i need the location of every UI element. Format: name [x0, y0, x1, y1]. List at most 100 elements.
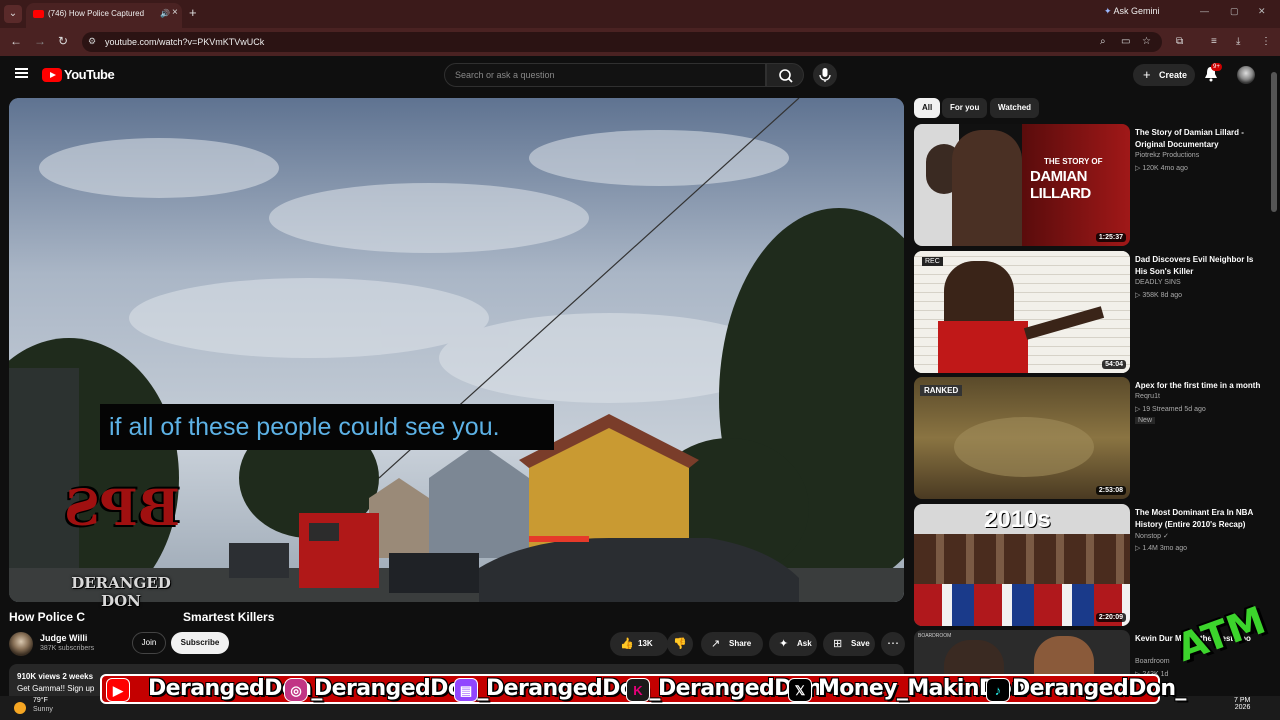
- kick-icon: K: [626, 678, 650, 702]
- tiktok-icon: ♪: [986, 678, 1010, 702]
- youtube-icon: ▶: [106, 678, 130, 702]
- share-icon: ↗: [711, 638, 721, 650]
- thumb-headline: 2010s: [984, 506, 1051, 533]
- ask-gemini-button[interactable]: ✦ Ask Gemini: [1104, 6, 1160, 17]
- search-icon: [779, 69, 793, 83]
- atm-logo-text: ATM: [1171, 597, 1272, 671]
- speaker-icon[interactable]: 🔊: [160, 9, 170, 18]
- join-button[interactable]: Join: [132, 632, 166, 654]
- video-duration: 2:20:09: [1095, 613, 1126, 622]
- twitch-icon: ▤: [454, 678, 478, 702]
- recommended-title[interactable]: Dad Discovers Evil Neighbor Is His Son's…: [1135, 254, 1267, 278]
- voice-search-button[interactable]: [813, 63, 837, 87]
- thumbs-down-icon: 👎: [673, 638, 687, 650]
- create-button[interactable]: + Create: [1133, 64, 1195, 86]
- menu-icon[interactable]: [15, 68, 28, 78]
- video-thumbnail[interactable]: THE STORY OF DAMIAN LILLARD 1:25:37: [914, 124, 1130, 246]
- channel-avatar[interactable]: [9, 632, 33, 656]
- close-tab-icon[interactable]: ×: [172, 7, 178, 18]
- video-thumbnail[interactable]: RANKED 2:53:08: [914, 377, 1130, 499]
- microphone-icon: [819, 68, 831, 82]
- page-scrollbar[interactable]: [1271, 60, 1277, 680]
- maximize-icon[interactable]: ▢: [1230, 6, 1239, 17]
- thumbs-up-icon: 👍: [620, 638, 634, 650]
- weather-condition: Sunny: [33, 706, 53, 713]
- description-line: Get Gamma!! Sign up: [17, 684, 95, 693]
- scrollbar-thumb[interactable]: [1271, 72, 1277, 212]
- chip-for-you[interactable]: For you: [942, 98, 988, 118]
- recommended-channel[interactable]: DEADLY SINS: [1135, 279, 1181, 286]
- close-window-icon[interactable]: ✕: [1258, 6, 1266, 17]
- subscribe-button[interactable]: Subscribe: [171, 632, 229, 654]
- more-actions-icon[interactable]: ⋯: [881, 632, 905, 656]
- browser-toolbar: ← → ↻ ⚙ youtube.com/watch?v=PKVmKTVwUCk …: [0, 28, 1280, 56]
- video-thumbnail[interactable]: 2010s 2:20:09: [914, 504, 1130, 626]
- youtube-header: YouTube Search or ask a question + Creat…: [0, 56, 1280, 94]
- search-input[interactable]: Search or ask a question: [444, 63, 766, 87]
- tab-search-dropdown-icon[interactable]: ⌄: [4, 5, 22, 23]
- recommended-meta: ▷ 120K 4mo ago: [1135, 165, 1188, 172]
- recommended-video[interactable]: RANKED 2:53:08 Apex for the first time i…: [914, 377, 1269, 499]
- browser-tab[interactable]: (746) How Police Captured 🔊 ×: [26, 3, 182, 28]
- tab-title: (746) How Police Captured: [48, 9, 145, 18]
- recommended-channel[interactable]: Reqru1t: [1135, 393, 1160, 400]
- ask-button[interactable]: ✦ Ask: [769, 632, 817, 656]
- recommended-title[interactable]: The Story of Damian Lillard - Original D…: [1135, 127, 1267, 151]
- extensions-icon[interactable]: ⧉: [1176, 36, 1183, 47]
- address-bar[interactable]: ⚙ youtube.com/watch?v=PKVmKTVwUCk: [82, 32, 1162, 52]
- recommended-channel[interactable]: Boardroom: [1135, 658, 1170, 665]
- recommended-meta: ▷ 19 Streamed 5d ago: [1135, 406, 1206, 413]
- dislike-button[interactable]: 👎: [667, 632, 693, 656]
- download-icon[interactable]: ⤓: [1236, 36, 1240, 47]
- recommended-channel[interactable]: Piotrekz Productions: [1135, 152, 1199, 159]
- video-title-right: Smartest Killers: [183, 610, 275, 624]
- new-tab-icon[interactable]: +: [189, 5, 197, 20]
- recommended-title[interactable]: Apex for the first time in a month: [1135, 380, 1267, 392]
- account-avatar[interactable]: [1237, 66, 1255, 84]
- atm-logo-watermark: ATM: [1171, 590, 1271, 700]
- share-button[interactable]: ↗ Share: [701, 632, 763, 656]
- cast-icon[interactable]: ▭: [1121, 36, 1130, 47]
- sun-icon: [14, 702, 26, 714]
- media-control-icon[interactable]: ≡: [1211, 36, 1217, 47]
- save-label: Save: [851, 639, 870, 648]
- back-icon[interactable]: ←: [10, 34, 22, 48]
- ask-gemini-label: Ask Gemini: [1113, 6, 1160, 16]
- youtube-wordmark[interactable]: YouTube: [64, 67, 115, 82]
- create-label: Create: [1159, 70, 1188, 80]
- thumb-rec-label: REC: [922, 257, 943, 266]
- video-duration: 2:53:08: [1095, 486, 1126, 495]
- ask-label: Ask: [797, 639, 812, 648]
- video-thumbnail[interactable]: REC 54:04: [914, 251, 1130, 373]
- site-info-icon[interactable]: ⚙: [88, 36, 96, 47]
- recommended-channel[interactable]: Nonstop ✓: [1135, 532, 1169, 540]
- bps-logo-watermark: BPS: [64, 478, 180, 537]
- thumb-caption: BOARDROOM: [918, 633, 952, 639]
- video-caption: if all of these people could see you.: [100, 404, 554, 450]
- recommended-title[interactable]: The Most Dominant Era In NBA History (En…: [1135, 507, 1267, 531]
- instagram-icon: ◎: [284, 678, 308, 702]
- save-bookmark-icon: ⊞: [833, 638, 843, 650]
- search-button[interactable]: [766, 63, 804, 87]
- tiktok-handle: DerangedDon_: [1012, 676, 1186, 701]
- recommended-video[interactable]: REC 54:04 Dad Discovers Evil Neighbor Is…: [914, 251, 1269, 373]
- view-count-meta: 910K views 2 weeks: [17, 672, 94, 681]
- bookmark-star-icon[interactable]: ☆: [1142, 36, 1151, 47]
- youtube-logo-icon[interactable]: [42, 68, 62, 82]
- notification-count-badge: 9+: [1211, 63, 1222, 71]
- minimize-icon[interactable]: —: [1200, 6, 1209, 16]
- like-button[interactable]: 👍 13K: [610, 632, 668, 656]
- recommended-video[interactable]: THE STORY OF DAMIAN LILLARD 1:25:37 The …: [914, 124, 1269, 246]
- browser-menu-icon[interactable]: ⋮: [1261, 36, 1271, 47]
- save-button[interactable]: ⊞ Save: [823, 632, 875, 656]
- channel-name[interactable]: Judge Willi: [40, 633, 87, 643]
- forward-icon[interactable]: →: [34, 34, 46, 48]
- like-count: 13K: [638, 639, 653, 648]
- chip-all[interactable]: All: [914, 98, 941, 118]
- weather-temperature: 79°F: [33, 697, 48, 704]
- reload-icon[interactable]: ↻: [58, 34, 68, 48]
- zoom-icon[interactable]: ⌕: [1100, 36, 1106, 47]
- chip-watched[interactable]: Watched: [990, 98, 1040, 118]
- video-duration: 54:04: [1102, 360, 1126, 369]
- thumb-headline: DAMIAN LILLARD: [1030, 168, 1091, 202]
